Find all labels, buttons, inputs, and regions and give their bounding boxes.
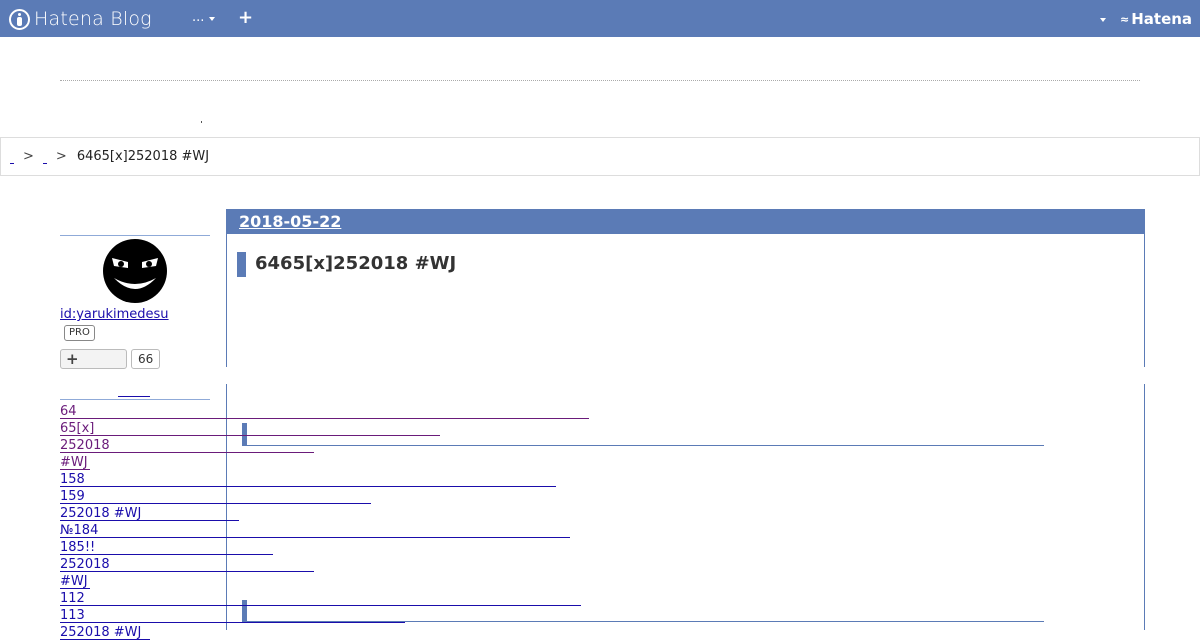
sidebar-link[interactable]: 252018 [60,558,314,572]
sidebar-link[interactable]: 113 [60,609,405,623]
nav-menu-label: ... [192,10,205,25]
sidebar-profile-divider [60,235,210,236]
hatena-wave-icon: ≈ [1120,12,1129,26]
subscribe-button[interactable]: + [60,349,127,369]
sidebar-link[interactable]: 64 [60,405,589,419]
top-navbar: Hatena Blog ... + ≈ Hatena [0,0,1200,37]
header-mark [201,121,202,123]
pro-badge: PRO [64,325,95,341]
sidebar-section-title-link[interactable] [118,389,150,397]
breadcrumb-link-category[interactable] [42,154,47,164]
sidebar-section-divider [60,399,210,400]
entry-right-border [1144,384,1145,630]
sidebar-link[interactable]: 252018 #WJ [60,507,239,521]
profile-id-link[interactable]: id:yarukimedesu [60,307,169,322]
hatena-home-link[interactable]: ≈ Hatena [1120,10,1192,28]
breadcrumb-current: 6465[x]252018 #WJ [76,149,210,164]
breadcrumb: > > 6465[x]252018 #WJ [0,137,1200,176]
section-divider [242,445,1044,446]
hatena-blog-logo-icon [9,8,30,30]
breadcrumb-separator: > [55,149,67,164]
breadcrumb-link-home[interactable] [10,154,14,164]
chevron-down-icon [209,16,216,21]
breadcrumb-separator: > [23,149,34,164]
brand-link[interactable]: Hatena Blog [9,7,152,31]
account-menu-chevron-down-icon[interactable] [1100,18,1106,22]
nav-dropdown-menu[interactable]: ... [192,10,216,25]
sidebar-link[interactable]: #WJ [60,575,90,589]
sidebar-link[interactable]: 112 [60,592,581,606]
sidebar-link[interactable]: 252018 #WJ [60,626,150,640]
plus-icon: + [66,350,79,368]
entry-title[interactable]: 6465[x]252018 #WJ [255,253,456,274]
sidebar-link[interactable]: 65[x] [60,422,440,436]
hatena-label: Hatena [1131,10,1193,28]
header-divider [60,80,1140,81]
entry-title-marker [237,252,246,277]
avatar[interactable] [102,238,168,304]
entry-date-bar [226,209,1145,234]
sidebar-link[interactable]: 252018 [60,439,314,453]
sidebar-link[interactable]: 158 [60,473,556,487]
new-post-button[interactable]: + [238,6,253,30]
entry-date-link[interactable]: 2018-05-22 [239,212,341,231]
sidebar-link[interactable]: #WJ [60,456,90,470]
sidebar-link[interactable]: 159 [60,490,371,504]
subscriber-count: 66 [131,349,161,369]
brand-name: Hatena Blog [34,8,152,30]
sidebar-link[interactable]: 185!! [60,541,273,555]
sidebar-link[interactable]: №184 [60,524,570,538]
